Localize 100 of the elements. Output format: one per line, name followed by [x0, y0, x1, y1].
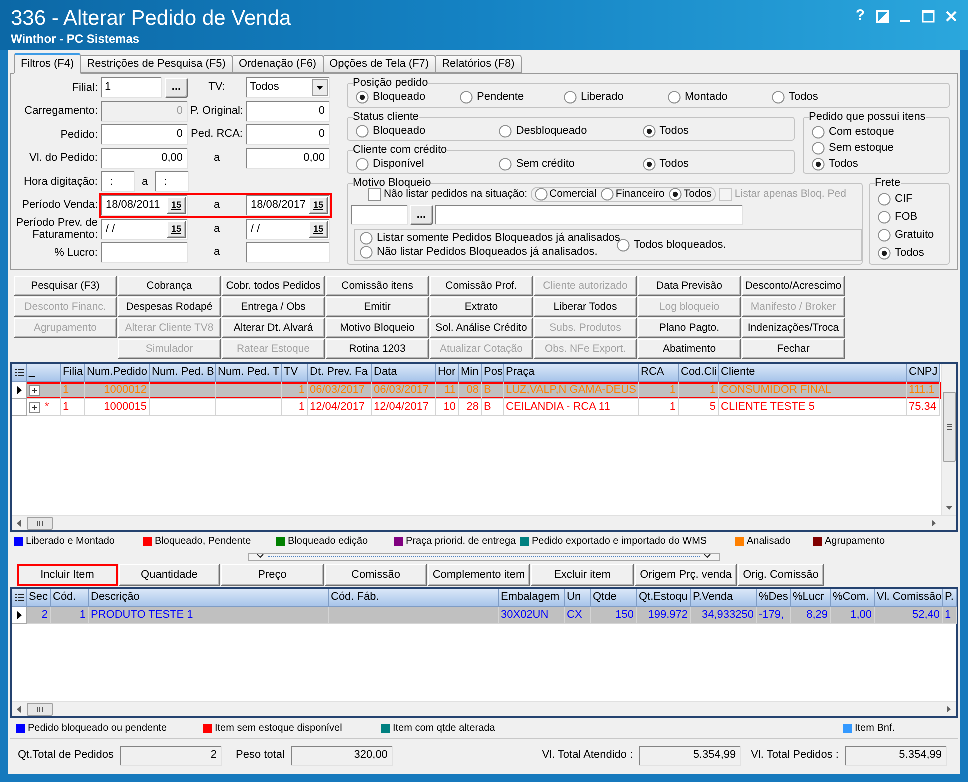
- action-button[interactable]: Despesas Rodapé: [118, 297, 221, 317]
- input-field[interactable]: [246, 242, 330, 264]
- radio-button[interactable]: [356, 125, 369, 138]
- vertical-scrollbar[interactable]: [941, 364, 956, 515]
- column-header[interactable]: Un: [565, 589, 591, 607]
- column-header[interactable]: Cod.Cli: [679, 364, 719, 382]
- tab[interactable]: Ordenação (F6): [232, 55, 324, 73]
- action-button[interactable]: Comissão itens: [326, 276, 429, 296]
- calendar-button[interactable]: 15: [167, 220, 186, 238]
- date-field[interactable]: / / 15: [101, 218, 188, 240]
- date-field[interactable]: 18/08/2017 15: [246, 194, 330, 216]
- radio-button[interactable]: [668, 188, 682, 201]
- horizontal-scrollbar[interactable]: [12, 515, 941, 530]
- column-header[interactable]: Sec: [27, 589, 51, 607]
- tab[interactable]: Restrições de Pesquisa (F5): [80, 55, 233, 73]
- restore-icon[interactable]: [876, 10, 889, 22]
- list-icon[interactable]: [14, 592, 24, 602]
- calendar-button[interactable]: 15: [309, 196, 328, 214]
- action-button[interactable]: Comissão Prof.: [430, 276, 533, 296]
- input-field[interactable]: 0,00: [246, 148, 330, 169]
- column-header[interactable]: P.Venda: [691, 589, 757, 607]
- close-icon[interactable]: [945, 10, 958, 22]
- column-header[interactable]: %Lucr: [791, 589, 831, 607]
- header-corner[interactable]: [12, 589, 27, 607]
- scroll-thumb[interactable]: [27, 516, 53, 530]
- radio-button[interactable]: [878, 246, 891, 260]
- radio-button[interactable]: [812, 158, 825, 170]
- action-button[interactable]: Motivo Bloqueio: [326, 318, 429, 338]
- column-header[interactable]: Vl. Comissão: [875, 589, 943, 607]
- maximize-icon[interactable]: [922, 10, 935, 22]
- radio-button[interactable]: [356, 91, 369, 104]
- action-button[interactable]: Desconto/Acrescimo: [742, 276, 845, 296]
- column-header[interactable]: Descrição: [89, 589, 329, 607]
- item-button[interactable]: Comissão: [325, 564, 427, 586]
- action-button[interactable]: Extrato: [430, 297, 533, 317]
- scroll-thumb[interactable]: [942, 392, 956, 462]
- calendar-button[interactable]: 15: [309, 220, 328, 238]
- column-header[interactable]: Praça: [504, 364, 639, 382]
- tab[interactable]: Opções de Tela (F7): [322, 55, 436, 73]
- column-header[interactable]: Num. Ped. B: [150, 364, 216, 382]
- action-button[interactable]: Rotina 1203: [326, 339, 429, 359]
- input-field[interactable]: [351, 205, 408, 225]
- action-button[interactable]: Abatimento: [638, 339, 741, 359]
- browse-button[interactable]: ...: [410, 205, 433, 225]
- action-button[interactable]: Liberar Todos: [534, 297, 637, 317]
- radio-button[interactable]: [360, 232, 373, 244]
- expand-icon[interactable]: [29, 402, 40, 412]
- input-field[interactable]: 0: [101, 124, 188, 146]
- tab[interactable]: Filtros (F4): [14, 53, 82, 74]
- item-button[interactable]: Orig. Comissão: [738, 564, 824, 586]
- calendar-button[interactable]: 15: [167, 196, 186, 214]
- input-field[interactable]: 0: [246, 100, 330, 122]
- radio-button[interactable]: [460, 91, 473, 104]
- action-button[interactable]: Data Previsão: [638, 276, 741, 296]
- horizontal-scrollbar[interactable]: [12, 701, 956, 716]
- item-button[interactable]: Preço: [221, 564, 324, 586]
- radio-button[interactable]: [812, 142, 825, 154]
- item-button[interactable]: Incluir Item: [17, 564, 118, 586]
- input-field[interactable]: [435, 205, 743, 225]
- column-header[interactable]: _: [27, 364, 61, 382]
- radio-button[interactable]: [499, 158, 512, 171]
- radio-button[interactable]: [668, 91, 681, 104]
- date-field[interactable]: 18/08/2011 15: [101, 194, 188, 216]
- header-corner[interactable]: [12, 364, 27, 382]
- dropdown[interactable]: Todos: [246, 77, 330, 98]
- radio-button[interactable]: [878, 228, 891, 242]
- radio-button[interactable]: [356, 158, 369, 171]
- column-header[interactable]: Cliente: [719, 364, 907, 382]
- item-button[interactable]: Origem Prç. venda: [635, 564, 737, 586]
- item-button[interactable]: Complemento item: [428, 564, 530, 586]
- column-header[interactable]: Num.Pedido: [85, 364, 150, 382]
- column-header[interactable]: RCA: [639, 364, 679, 382]
- column-header[interactable]: Min: [459, 364, 482, 382]
- tab[interactable]: Relatórios (F8): [435, 55, 522, 73]
- caret-down-icon[interactable]: [257, 554, 264, 559]
- input-field[interactable]: [101, 242, 188, 264]
- radio-button[interactable]: [642, 158, 656, 171]
- radio-button[interactable]: [600, 188, 614, 201]
- action-button[interactable]: Indenizações/Troca: [742, 318, 845, 338]
- input-field[interactable]: 0,00: [101, 148, 188, 169]
- radio-button[interactable]: [878, 210, 891, 224]
- table-row[interactable]: 2 1 PRODUTO TESTE 1 30X02UN CX 150 199.972 34,933250 -179, 8,29 1,00 52,40 1: [12, 607, 956, 624]
- input-field[interactable]: 0: [246, 124, 330, 146]
- expand-icon[interactable]: [29, 384, 40, 396]
- action-button[interactable]: Plano Pagto.: [638, 318, 741, 338]
- date-field[interactable]: / / 15: [246, 218, 330, 240]
- column-header[interactable]: TV: [282, 364, 308, 382]
- time-field[interactable]: :: [101, 171, 135, 192]
- browse-button[interactable]: ...: [165, 78, 188, 98]
- input-field[interactable]: 1: [101, 77, 162, 98]
- action-button[interactable]: Alterar Dt. Alvará: [222, 318, 325, 338]
- action-button[interactable]: Entrega / Obs: [222, 297, 325, 317]
- column-header[interactable]: CNPJ: [907, 364, 940, 382]
- action-button[interactable]: Fechar: [742, 339, 845, 359]
- splitter-handle[interactable]: [248, 552, 720, 560]
- item-button[interactable]: Excluir item: [531, 564, 634, 586]
- checkbox[interactable]: [368, 188, 381, 201]
- radio-button[interactable]: [499, 125, 512, 138]
- action-button[interactable]: Cobr. todos Pedidos: [222, 276, 325, 296]
- column-header[interactable]: Cód. Fáb.: [329, 589, 499, 607]
